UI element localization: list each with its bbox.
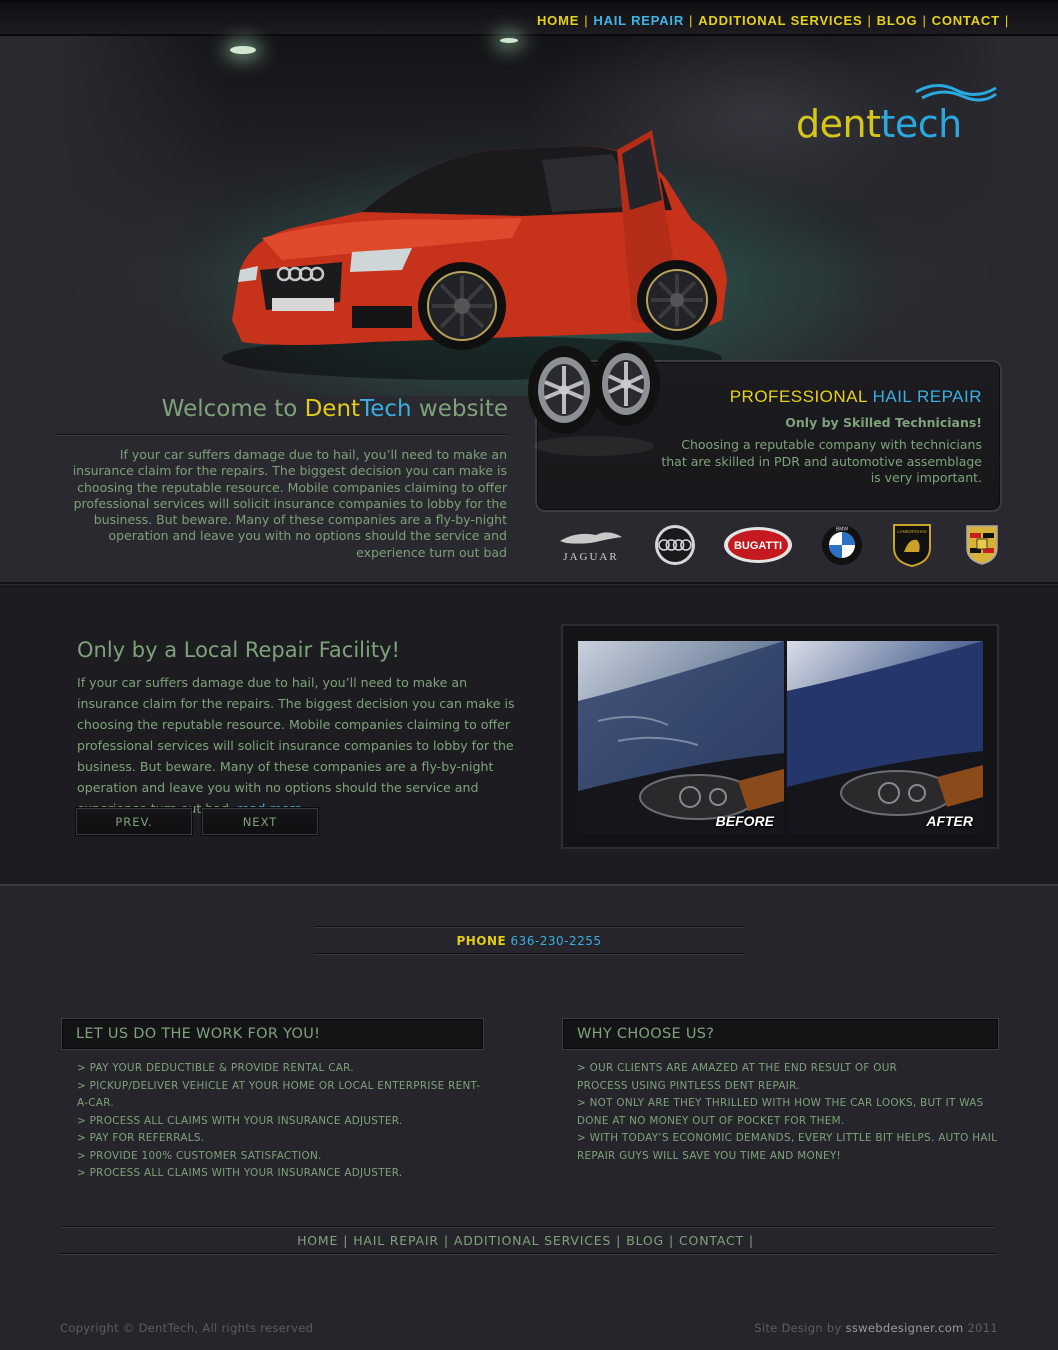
copyright: Copyright © DentTech, All rights reserve… (60, 1321, 314, 1335)
nav-hail-repair[interactable]: HAIL REPAIR (593, 13, 684, 28)
after-image: AFTER (787, 641, 983, 835)
panel-subtitle: Only by Skilled Technicians! (785, 415, 982, 430)
top-nav: HOME | HAIL REPAIR | ADDITIONAL SERVICES | BLO… (536, 13, 1009, 28)
after-label: AFTER (926, 813, 973, 829)
list-item: PROCESS USING PINTLESS DENT REPAIR. (577, 1079, 800, 1092)
why-box-title: WHY CHOOSE US? (562, 1018, 999, 1050)
list-item: > PROCESS ALL CLAIMS WITH YOUR INSURANCE… (77, 1167, 403, 1179)
before-label: BEFORE (715, 813, 774, 829)
list-item: > PROCESS ALL CLAIMS WITH YOUR INSURANCE… (77, 1114, 403, 1127)
porsche-logo (962, 522, 1002, 568)
brand-logos: JAGUAR BUGATTI BMW LAMBORGHINI (548, 522, 1008, 570)
next-button[interactable]: NEXT (201, 807, 319, 836)
prev-button[interactable]: PREV. (75, 807, 193, 836)
logo-wordmark: denttech (796, 102, 962, 146)
list-item: > OUR CLIENTS ARE AMAZED AT THE END RESU… (577, 1062, 898, 1074)
list-item: > NOT ONLY ARE THEY THRILLED WITH HOW TH… (577, 1097, 984, 1109)
divider (56, 434, 508, 436)
designer-link[interactable]: sswebdesigner.com (846, 1321, 964, 1335)
svg-text:LAMBORGHINI: LAMBORGHINI (897, 529, 926, 534)
design-credit: Site Design by sswebdesigner.com 2011 (754, 1321, 998, 1335)
svg-text:BUGATTI: BUGATTI (734, 540, 782, 552)
section-title: Only by a Local Repair Facility! (77, 638, 400, 662)
phone-bar: PHONE 636-230-2255 (314, 926, 744, 954)
jaguar-logo: JAGUAR (554, 522, 628, 568)
footer-nav-home[interactable]: HOME (297, 1233, 338, 1248)
wheels-image (528, 342, 660, 456)
lamborghini-logo: LAMBORGHINI (890, 522, 934, 568)
list-item: > WITH TODAY’S ECONOMIC DEMANDS, EVERY L… (577, 1132, 998, 1144)
welcome-title: Welcome to DentTech website (161, 396, 508, 422)
wave-icon (915, 84, 997, 102)
list-item: > PAY FOR REFERRALS. (77, 1132, 205, 1144)
bmw-logo: BMW (820, 522, 864, 568)
red-car-image (222, 130, 727, 380)
phone-number[interactable]: 636-230-2255 (511, 934, 602, 948)
list-item: DONE AT NO MONEY OUT OF POCKET FOR THEM. (577, 1114, 845, 1127)
top-bar: HOME | HAIL REPAIR | ADDITIONAL SERVICES | BLO… (0, 0, 1058, 36)
footer-nav: HOME | HAIL REPAIR | ADDITIONAL SERVICES | BLO… (60, 1226, 996, 1254)
work-box-title: LET US DO THE WORK FOR YOU! (61, 1018, 484, 1050)
bugatti-logo: BUGATTI (722, 522, 794, 568)
before-image: BEFORE (578, 641, 784, 835)
phone-label: PHONE (456, 934, 507, 948)
footer-nav-blog[interactable]: BLOG (626, 1233, 664, 1248)
nav-contact[interactable]: CONTACT (932, 13, 1000, 28)
denttech-logo[interactable]: denttech (796, 82, 1006, 152)
nav-home[interactable]: HOME (537, 13, 579, 28)
list-item: > PICKUP/DELIVER VEHICLE AT YOUR HOME OR… (77, 1079, 481, 1110)
why-list: > OUR CLIENTS ARE AMAZED AT THE END RESU… (577, 1060, 1002, 1165)
panel-title: PROFESSIONAL HAIL REPAIR (729, 387, 982, 406)
nav-blog[interactable]: BLOG (877, 13, 918, 28)
local-repair-section: Only by a Local Repair Facility! If your… (0, 586, 1058, 886)
footer-nav-contact[interactable]: CONTACT (679, 1233, 744, 1248)
list-item: > PAY YOUR DEDUCTIBLE & PROVIDE RENTAL C… (77, 1062, 354, 1074)
list-item: > PROVIDE 100% CUSTOMER SATISFACTION. (77, 1149, 322, 1162)
before-after-gallery: BEFORE AFTER (561, 624, 999, 849)
welcome-body: If your car suffers damage due to hail, … (72, 447, 507, 560)
nav-additional-services[interactable]: ADDITIONAL SERVICES (698, 13, 862, 28)
audi-logo (652, 522, 698, 568)
footer-nav-hail-repair[interactable]: HAIL REPAIR (353, 1233, 439, 1248)
hero-section: denttech Welcome to DentTech website If … (0, 36, 1058, 584)
footer-nav-additional-services[interactable]: ADDITIONAL SERVICES (454, 1233, 611, 1248)
section-body: If your car suffers damage due to hail, … (77, 672, 522, 819)
list-item: REPAIR GUYS WILL SAVE YOU TIME AND MONEY… (577, 1149, 841, 1162)
panel-body: Choosing a reputable company with techni… (661, 437, 982, 485)
svg-text:BMW: BMW (836, 527, 849, 533)
work-list: > PAY YOUR DEDUCTIBLE & PROVIDE RENTAL C… (77, 1060, 487, 1183)
